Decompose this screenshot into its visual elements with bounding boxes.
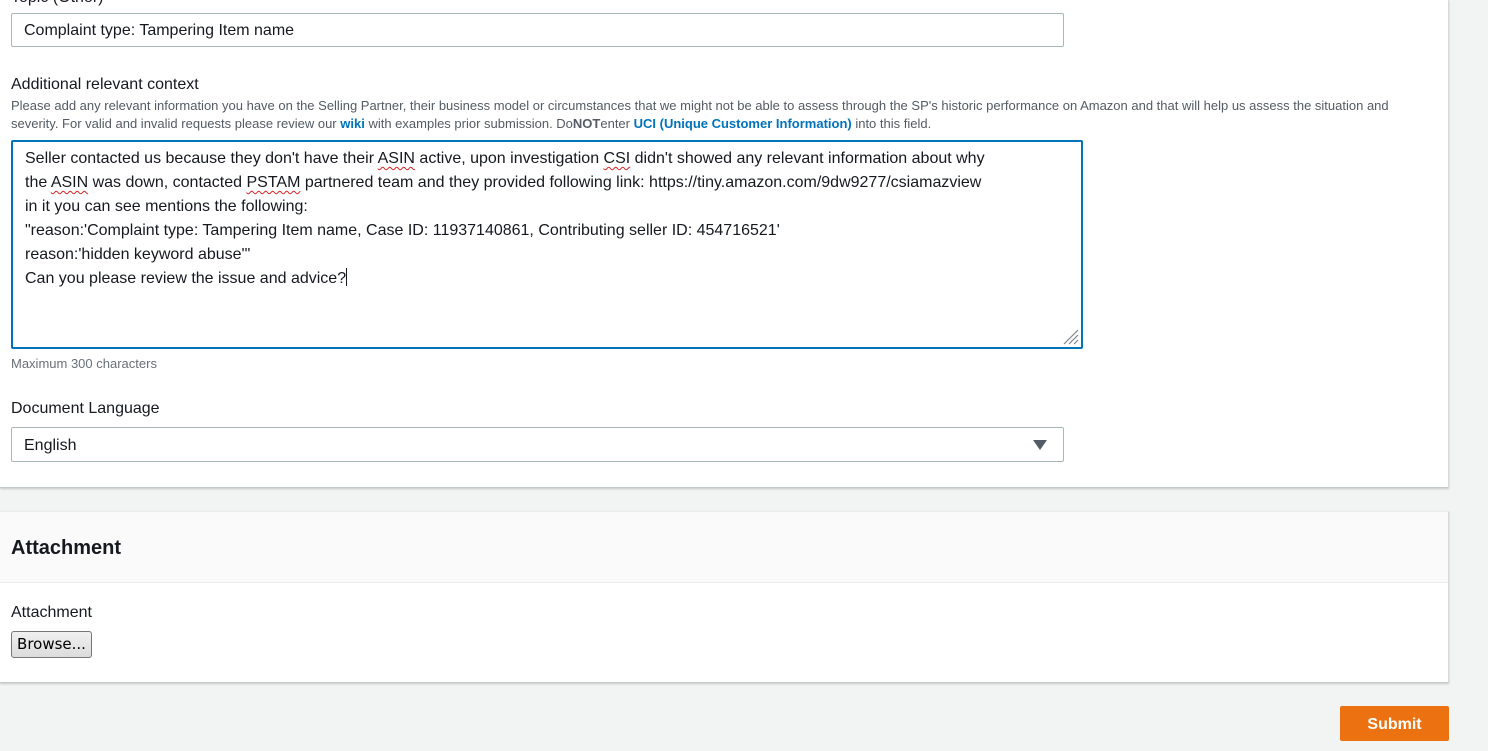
textarea-line: reason:'hidden keyword abuse'" xyxy=(25,246,251,263)
browse-button[interactable]: Browse... xyxy=(11,631,92,658)
chevron-down-icon xyxy=(1033,440,1047,450)
spellcheck-word: PSTAM xyxy=(246,174,301,191)
context-label: Additional relevant context xyxy=(11,76,199,93)
language-label: Document Language xyxy=(11,400,160,417)
textarea-line: the ASIN was down, contacted PSTAM partn… xyxy=(25,174,982,191)
request-form-panel: Topic (Other) Complaint type: Tampering … xyxy=(0,0,1449,488)
submit-button[interactable]: Submit xyxy=(1340,706,1449,741)
resize-handle-icon[interactable] xyxy=(1059,325,1079,345)
spellcheck-word: ASIN xyxy=(50,174,89,191)
language-select[interactable]: English xyxy=(11,427,1064,462)
uci-link[interactable]: UCI (Unique Customer Information) xyxy=(634,116,852,131)
textarea-line: Seller contacted us because they don't h… xyxy=(25,150,985,167)
text-caret xyxy=(346,268,348,286)
description-text: with examples prior submission. Do xyxy=(364,116,573,131)
description-text: enter xyxy=(600,116,634,131)
attachment-title: Attachment xyxy=(11,537,122,559)
attachment-label: Attachment xyxy=(11,604,92,621)
attachment-panel: Attachment Attachment Browse... xyxy=(0,511,1449,683)
context-textarea[interactable]: Seller contacted us because they don't h… xyxy=(11,140,1083,349)
textarea-line: in it you can see mentions the following… xyxy=(25,198,308,215)
char-limit-hint: Maximum 300 characters xyxy=(11,356,157,371)
context-description: Please add any relevant information you … xyxy=(11,97,1431,133)
wiki-link[interactable]: wiki xyxy=(340,116,365,131)
textarea-line: "reason:'Complaint type: Tampering Item … xyxy=(25,222,780,239)
topic-label: Topic (Other) xyxy=(11,0,103,8)
topic-input[interactable]: Complaint type: Tampering Item name xyxy=(11,13,1064,47)
spellcheck-word: CSI xyxy=(603,150,631,167)
attachment-header: Attachment xyxy=(0,512,1448,583)
language-selected-value: English xyxy=(24,437,77,454)
spellcheck-word: ASIN xyxy=(377,150,415,167)
textarea-line: Can you please review the issue and advi… xyxy=(25,268,348,287)
description-emphasis: NOT xyxy=(572,116,601,131)
description-text: into this field. xyxy=(851,116,932,131)
